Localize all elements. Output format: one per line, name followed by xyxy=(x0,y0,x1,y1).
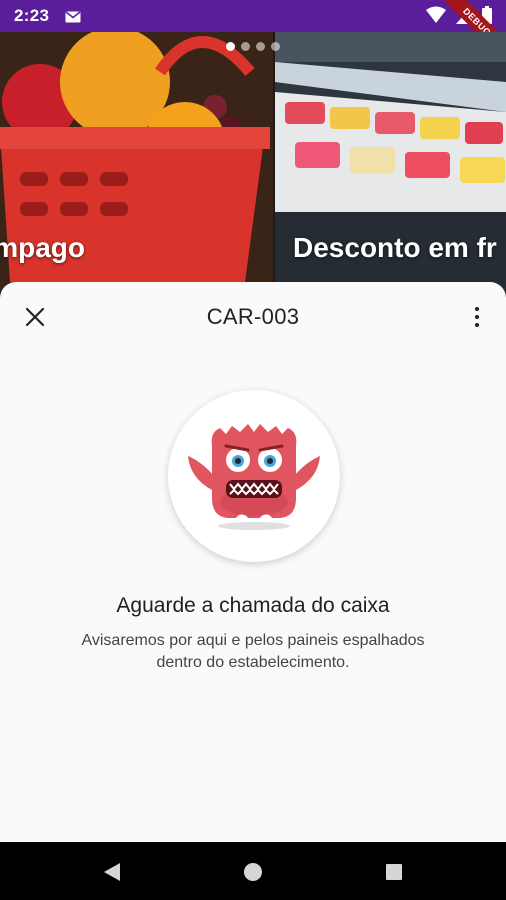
wifi-icon xyxy=(426,6,446,29)
nav-recents-button[interactable] xyxy=(382,860,406,884)
app-screen: 2:23 DEBUG mpago Desconto em fr CAR-003 … xyxy=(0,0,506,900)
nav-back-button[interactable] xyxy=(100,860,124,884)
carousel-dot[interactable] xyxy=(271,42,280,51)
waiting-message-body: Avisaremos por aqui e pelos paineis espa… xyxy=(81,632,425,671)
home-icon xyxy=(244,863,262,881)
queue-bottom-sheet: CAR-003 Aguarde a chamada do caixa Avisa… xyxy=(0,282,506,842)
carousel-slide-title: Desconto em fr xyxy=(293,232,497,263)
carousel-slide-title: mpago xyxy=(0,232,85,263)
carousel-slide-deli[interactable]: Desconto em fr xyxy=(275,32,506,292)
back-icon xyxy=(104,863,120,881)
monster-mascot-icon xyxy=(188,424,320,530)
sheet-header: CAR-003 xyxy=(0,282,506,348)
carousel-dot-active[interactable] xyxy=(226,42,235,51)
carousel-dot[interactable] xyxy=(241,42,250,51)
carousel-slide-basket[interactable]: mpago xyxy=(0,32,273,292)
more-vertical-icon-dot xyxy=(475,315,479,319)
carousel-page-indicator xyxy=(226,42,280,51)
mascot-avatar xyxy=(168,390,340,562)
status-bar: 2:23 DEBUG xyxy=(0,0,506,67)
carousel-dot[interactable] xyxy=(256,42,265,51)
system-nav-bar xyxy=(0,842,506,900)
more-vertical-icon xyxy=(475,307,479,311)
more-options-button[interactable] xyxy=(464,302,490,332)
mail-icon xyxy=(65,10,81,23)
nav-home-button[interactable] xyxy=(241,860,265,884)
more-vertical-icon-dot xyxy=(475,323,479,327)
promo-carousel[interactable]: mpago Desconto em fr xyxy=(0,32,506,292)
status-time: 2:23 xyxy=(14,6,50,25)
recents-icon xyxy=(386,864,402,880)
waiting-message-title: Aguarde a chamada do caixa xyxy=(116,594,390,617)
sheet-title: CAR-003 xyxy=(206,304,300,329)
